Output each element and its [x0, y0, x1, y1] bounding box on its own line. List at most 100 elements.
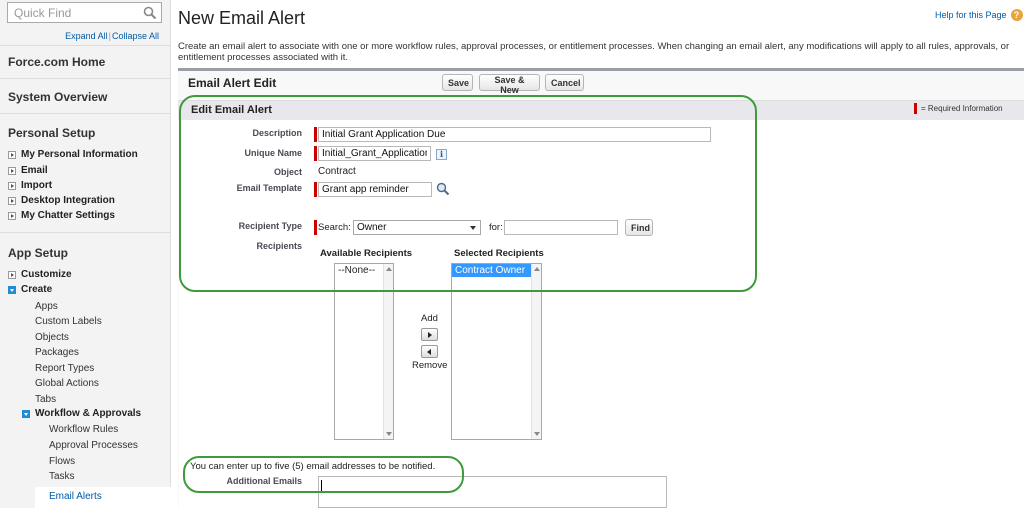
app-setup-heading: App Setup [8, 246, 68, 260]
sidebar-item-global-actions[interactable]: Global Actions [35, 378, 99, 389]
available-recipients-list[interactable]: --None-- [334, 263, 394, 440]
collapse-all-link[interactable]: Collapse All [112, 31, 159, 41]
sidebar-item-tasks[interactable]: Tasks [49, 471, 75, 482]
selected-recipients-list[interactable]: Contract Owner [451, 263, 542, 440]
sidebar-item-objects[interactable]: Objects [35, 332, 69, 343]
collapse-toggle-icon[interactable] [8, 285, 16, 294]
sidebar-item-label: Create [21, 284, 53, 295]
help-icon[interactable]: ? [1010, 9, 1023, 21]
sidebar-item-my-personal-information[interactable]: My Personal Information [8, 149, 138, 160]
expand-toggle-icon[interactable] [8, 211, 16, 220]
sidebar-item-create[interactable]: Create [8, 284, 52, 295]
search-icon[interactable] [143, 6, 157, 20]
required-marker [914, 103, 917, 114]
expand-all-link[interactable]: Expand All [65, 31, 108, 41]
required-marker [314, 182, 317, 197]
expand-toggle-icon[interactable] [8, 270, 16, 279]
scrollbar[interactable] [383, 264, 393, 439]
unique-name-field[interactable] [318, 146, 431, 161]
sidebar-item-label: My Chatter Settings [21, 210, 115, 221]
sidebar-item-workflow-rules[interactable]: Workflow Rules [49, 424, 118, 435]
required-info-legend: = Required Information [914, 103, 1003, 114]
sidebar-item-customize[interactable]: Customize [8, 269, 72, 280]
remove-button[interactable] [421, 345, 438, 358]
sidebar-item-label: My Personal Information [21, 149, 138, 160]
sidebar-item-report-types[interactable]: Report Types [35, 363, 94, 374]
additional-emails-label: Additional Emails [226, 476, 302, 486]
section-header-bar [178, 100, 1024, 120]
additional-emails-field[interactable] [318, 476, 667, 508]
selected-recipients-heading: Selected Recipients [454, 248, 544, 259]
save-new-button[interactable]: Save & New [479, 74, 540, 95]
divider [0, 232, 170, 233]
list-option[interactable]: Contract Owner [452, 264, 531, 277]
lookup-icon[interactable] [436, 182, 450, 196]
sidebar-item-label: Desktop Integration [21, 195, 115, 206]
sidebar-item-apps[interactable]: Apps [35, 301, 58, 312]
sidebar-item-workflow-approvals[interactable]: Workflow & Approvals [22, 408, 141, 419]
divider [0, 113, 170, 114]
required-info-text: = Required Information [921, 104, 1003, 113]
find-button[interactable]: Find [625, 219, 653, 236]
required-marker [314, 127, 317, 142]
sidebar-item-flows[interactable]: Flows [49, 456, 75, 467]
required-marker [314, 220, 317, 235]
sidebar-item-label: Workflow & Approvals [35, 408, 142, 419]
help-link-label: Help for this Page [935, 10, 1007, 20]
object-label: Object [273, 167, 302, 177]
personal-setup-heading: Personal Setup [8, 126, 96, 140]
quick-find-box [7, 2, 162, 23]
force-home-link[interactable]: Force.com Home [8, 55, 105, 69]
sidebar-item-desktop-integration[interactable]: Desktop Integration [8, 195, 115, 206]
collapse-toggle-icon[interactable] [22, 409, 30, 418]
sidebar-item-packages[interactable]: Packages [35, 347, 79, 358]
email-template-field[interactable] [318, 182, 432, 197]
quick-find-input[interactable] [8, 3, 138, 22]
sidebar-item-email-alerts[interactable]: Email Alerts [49, 491, 102, 502]
recipient-type-select[interactable]: Owner [353, 220, 481, 235]
email-template-label: Email Template [236, 183, 302, 193]
expand-toggle-icon[interactable] [8, 150, 16, 159]
sidebar-item-my-chatter-settings[interactable]: My Chatter Settings [8, 210, 115, 221]
cancel-button[interactable]: Cancel [545, 74, 584, 91]
scroll-down-icon[interactable] [386, 432, 392, 436]
required-marker [314, 146, 317, 161]
expand-collapse-links: Expand All|Collapse All [65, 31, 159, 41]
additional-emails-note: You can enter up to five (5) email addre… [190, 461, 436, 472]
info-icon[interactable]: i [436, 149, 447, 160]
scroll-up-icon[interactable] [534, 267, 540, 271]
sidebar-item-custom-labels[interactable]: Custom Labels [35, 316, 102, 327]
chevron-down-icon [470, 226, 476, 230]
for-label: for: [489, 222, 503, 233]
sidebar-item-email[interactable]: Email [8, 165, 48, 176]
unique-name-label: Unique Name [244, 148, 302, 158]
save-button[interactable]: Save [442, 74, 473, 91]
sidebar-item-tabs[interactable]: Tabs [35, 394, 56, 405]
expand-toggle-icon[interactable] [8, 166, 16, 175]
scrollbar[interactable] [531, 264, 541, 439]
expand-toggle-icon[interactable] [8, 196, 16, 205]
arrow-left-icon [427, 349, 431, 355]
recipients-label: Recipients [256, 241, 302, 251]
expand-toggle-icon[interactable] [8, 181, 16, 190]
sidebar-item-label: Customize [21, 269, 72, 280]
divider [0, 45, 170, 46]
edit-panel-title: Email Alert Edit [188, 76, 277, 90]
scroll-down-icon[interactable] [534, 432, 540, 436]
text-cursor [321, 480, 322, 491]
sidebar-item-label: Email [21, 165, 48, 176]
description-label: Description [252, 128, 302, 138]
recipient-search-input[interactable] [504, 220, 618, 235]
description-field[interactable] [318, 127, 711, 142]
scroll-up-icon[interactable] [386, 267, 392, 271]
page-title: New Email Alert [178, 8, 306, 28]
system-overview-link[interactable]: System Overview [8, 90, 107, 104]
sidebar-item-approval-processes[interactable]: Approval Processes [49, 440, 138, 451]
add-button[interactable] [421, 328, 438, 341]
add-label: Add [421, 313, 438, 324]
form-area [179, 120, 1024, 508]
section-title: Edit Email Alert [191, 104, 272, 116]
sidebar-item-import[interactable]: Import [8, 180, 52, 191]
setup-sidebar: Expand All|Collapse All Force.com Home S… [0, 0, 171, 508]
help-link[interactable]: Help for this Page ? [935, 9, 1023, 21]
